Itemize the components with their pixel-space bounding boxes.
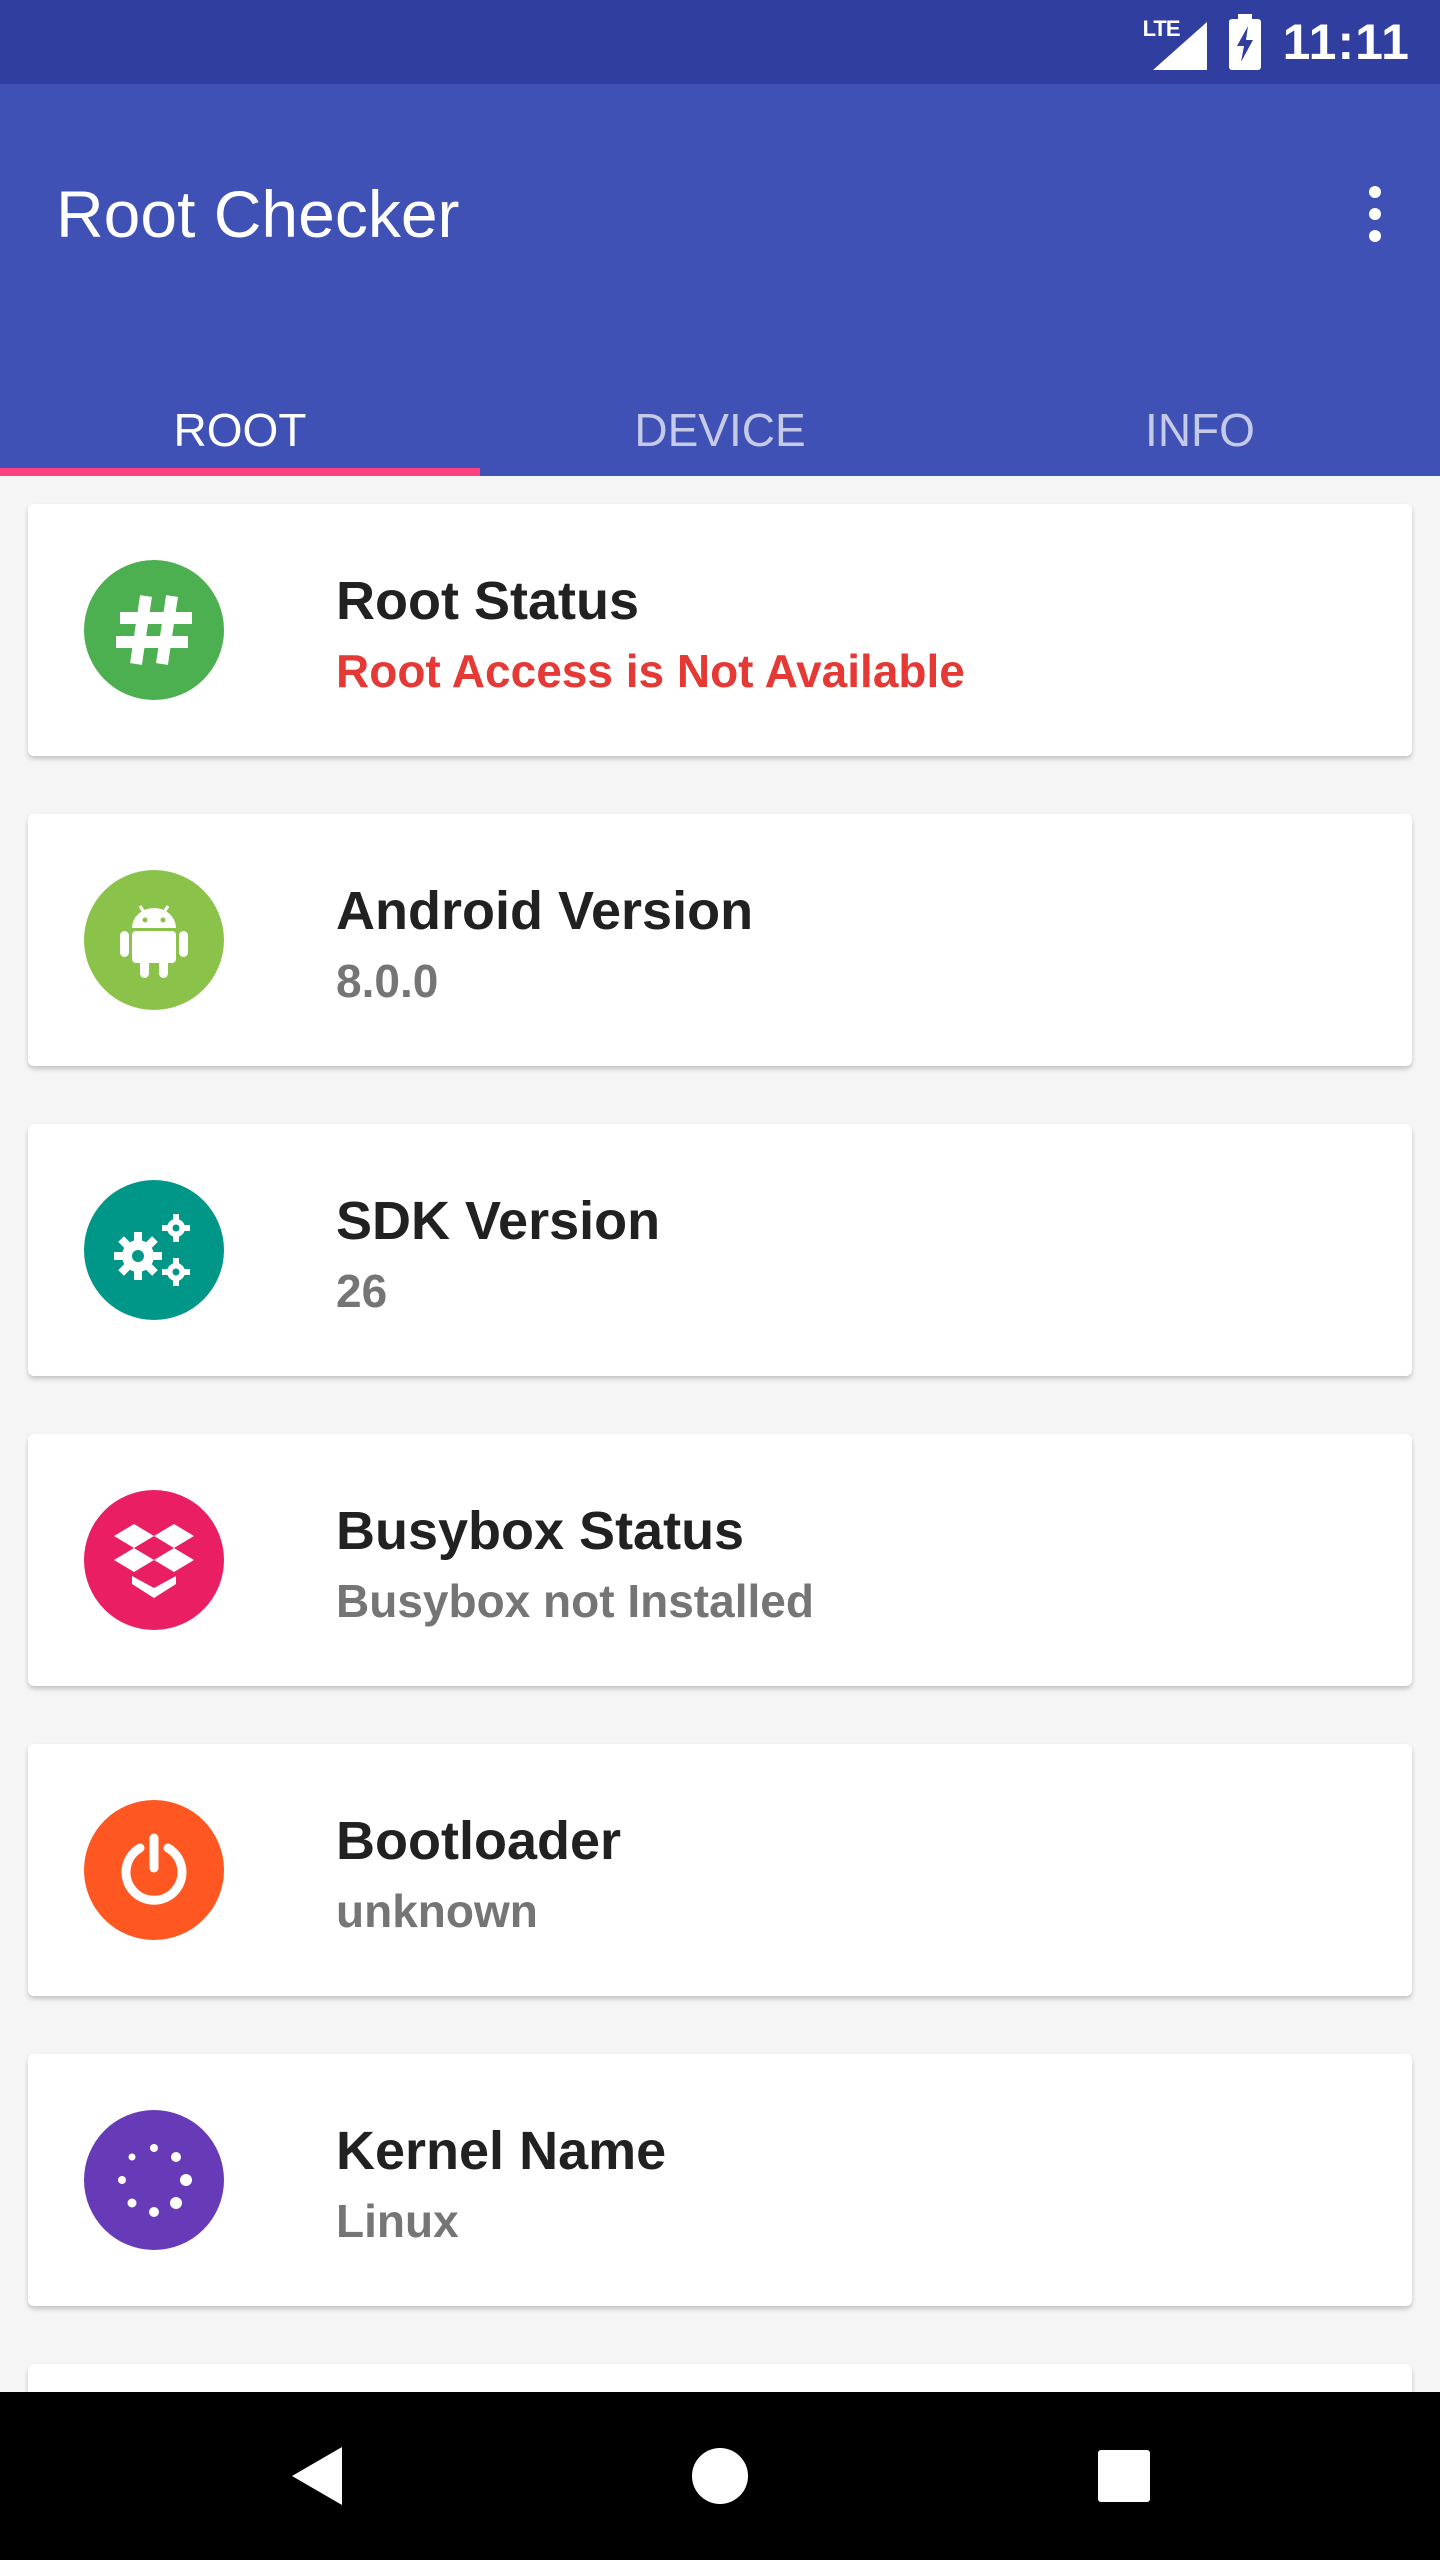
card-value: Busybox not Installed <box>336 1575 814 1627</box>
card-value: 26 <box>336 1265 388 1317</box>
card-bootloader[interactable]: Bootloader unknown <box>28 1744 1412 1996</box>
card-title: Busybox Status <box>336 1501 745 1561</box>
tab-root[interactable]: ROOT <box>0 390 480 476</box>
card-android-version[interactable]: Android Version 8.0.0 <box>28 814 1412 1066</box>
hash-icon <box>84 560 224 700</box>
tab-indicator <box>0 468 480 476</box>
card-sdk-version[interactable]: SDK Version 26 <box>28 1124 1412 1376</box>
battery-charging-icon <box>1228 14 1261 70</box>
card-title: Kernel Name <box>336 2121 667 2181</box>
card-list[interactable]: Root Status Root Access is Not Available… <box>0 476 1440 2392</box>
more-vert-icon[interactable] <box>1350 174 1400 254</box>
card-title: Root Status <box>336 571 639 631</box>
card-root-status[interactable]: Root Status Root Access is Not Available <box>28 504 1412 756</box>
box-icon <box>84 1490 224 1630</box>
android-icon <box>84 870 224 1010</box>
card-kernel-name[interactable]: Kernel Name Linux <box>28 2054 1412 2306</box>
card-busybox-status[interactable]: Busybox Status Busybox not Installed <box>28 1434 1412 1686</box>
tab-device-label: DEVICE <box>634 404 806 456</box>
clock: 11:11 <box>1282 14 1410 70</box>
tab-device[interactable]: DEVICE <box>480 390 960 476</box>
signal-icon: LTE <box>1143 14 1207 70</box>
navigation-bar <box>0 2392 1440 2560</box>
back-icon[interactable] <box>266 2426 366 2526</box>
tab-root-label: ROOT <box>173 404 307 456</box>
card-value: unknown <box>336 1885 538 1937</box>
card-title: Android Version <box>336 881 754 941</box>
app-bar: Root Checker ROOT DEVICE INFO <box>0 84 1440 476</box>
card-value: 8.0.0 <box>336 955 439 1007</box>
card-partial[interactable] <box>28 2364 1412 2392</box>
spinner-icon <box>84 2110 224 2250</box>
card-title: SDK Version <box>336 1191 661 1251</box>
card-value: Root Access is Not Available <box>336 645 965 697</box>
tab-info[interactable]: INFO <box>960 390 1440 476</box>
app-title: Root Checker <box>56 177 460 251</box>
tab-bar: ROOT DEVICE INFO <box>0 390 1440 476</box>
gears-icon <box>84 1180 224 1320</box>
card-value: Linux <box>336 2195 459 2247</box>
power-icon <box>84 1800 224 1940</box>
tab-info-label: INFO <box>1145 404 1255 456</box>
status-bar: LTE 11:11 <box>0 0 1440 84</box>
card-title: Bootloader <box>336 1811 622 1871</box>
recents-icon[interactable] <box>1074 2426 1174 2526</box>
home-icon[interactable] <box>670 2426 770 2526</box>
